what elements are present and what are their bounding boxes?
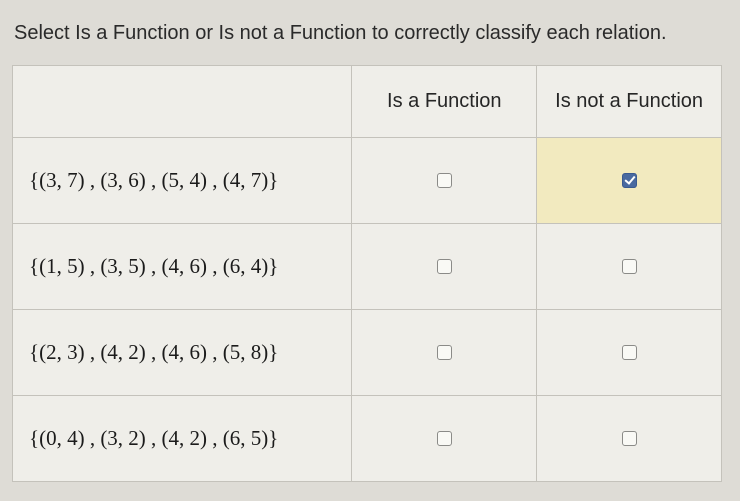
table-header-row: Is a Function Is not a Function	[13, 66, 722, 138]
is-not-function-cell	[537, 310, 722, 396]
is-not-function-checkbox[interactable]	[622, 431, 637, 446]
table-row: {(0, 4) , (3, 2) , (4, 2) , (6, 5)}	[13, 396, 722, 482]
question-container: Select Is a Function or Is not a Functio…	[0, 0, 740, 494]
relation-cell: {(0, 4) , (3, 2) , (4, 2) , (6, 5)}	[13, 396, 352, 482]
table-body: {(3, 7) , (3, 6) , (5, 4) , (4, 7)}{(1, …	[13, 138, 722, 482]
relation-cell: {(2, 3) , (4, 2) , (4, 6) , (5, 8)}	[13, 310, 352, 396]
table-row: {(1, 5) , (3, 5) , (4, 6) , (6, 4)}	[13, 224, 722, 310]
table-row: {(3, 7) , (3, 6) , (5, 4) , (4, 7)}	[13, 138, 722, 224]
is-not-function-cell	[537, 396, 722, 482]
header-is-not-function: Is not a Function	[537, 66, 722, 138]
is-function-checkbox[interactable]	[437, 431, 452, 446]
is-not-function-checkbox[interactable]	[622, 259, 637, 274]
is-not-function-cell	[537, 224, 722, 310]
is-function-checkbox[interactable]	[437, 345, 452, 360]
is-function-cell	[352, 396, 537, 482]
is-not-function-checkbox[interactable]	[622, 345, 637, 360]
is-function-cell	[352, 224, 537, 310]
relation-table: Is a Function Is not a Function {(3, 7) …	[12, 65, 722, 482]
is-function-cell	[352, 310, 537, 396]
instruction-text: Select Is a Function or Is not a Functio…	[12, 22, 728, 45]
is-function-checkbox[interactable]	[437, 259, 452, 274]
relation-cell: {(1, 5) , (3, 5) , (4, 6) , (6, 4)}	[13, 224, 352, 310]
is-not-function-cell	[537, 138, 722, 224]
relation-cell: {(3, 7) , (3, 6) , (5, 4) , (4, 7)}	[13, 138, 352, 224]
is-function-checkbox[interactable]	[437, 173, 452, 188]
header-relation	[13, 66, 352, 138]
table-row: {(2, 3) , (4, 2) , (4, 6) , (5, 8)}	[13, 310, 722, 396]
header-is-function: Is a Function	[352, 66, 537, 138]
is-not-function-checkbox[interactable]	[622, 173, 637, 188]
is-function-cell	[352, 138, 537, 224]
